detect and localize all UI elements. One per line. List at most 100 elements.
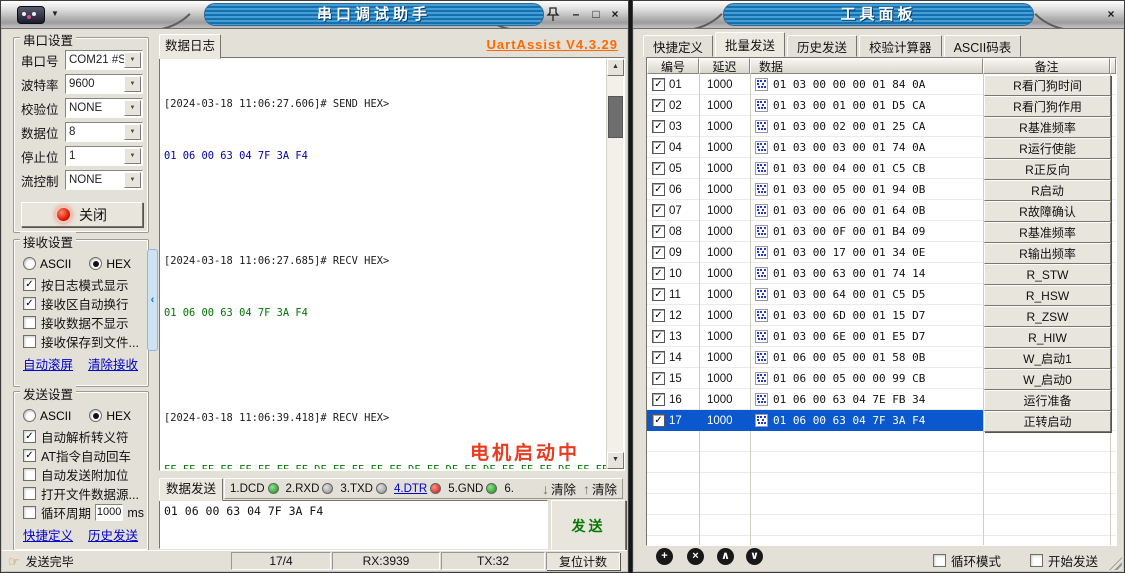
row-checkbox[interactable] — [652, 204, 665, 217]
left-titlebar[interactable]: ▼ 串口调试助手 – □ × — [1, 1, 628, 29]
table-row[interactable]: 10 1000 01 03 00 63 00 01 74 14 R_STW — [647, 263, 1116, 285]
auto-scroll-link[interactable]: 自动滚屏 — [23, 354, 73, 373]
row-checkbox[interactable] — [652, 246, 665, 259]
menu-dropdown-icon[interactable]: ▼ — [51, 9, 59, 18]
remark-button[interactable]: 正转启动 — [984, 411, 1111, 432]
data-log-area[interactable]: [2024-03-18 11:06:27.606]# SEND HEX> 01 … — [159, 57, 625, 471]
combo-select[interactable]: 1 ▼ — [65, 146, 143, 166]
table-row[interactable]: 12 1000 01 03 00 6D 00 01 15 D7 R_ZSW — [647, 305, 1116, 327]
combo-select[interactable]: NONE ▼ — [65, 170, 143, 190]
table-row[interactable]: 06 1000 01 03 00 05 00 01 94 0B R启动 — [647, 179, 1116, 201]
remark-button[interactable]: R看门狗作用 — [984, 96, 1111, 117]
chevron-down-icon[interactable]: ▼ — [124, 172, 141, 188]
checkbox-option[interactable]: AT指令自动回车 — [23, 446, 144, 465]
header-data[interactable]: 数据 — [750, 58, 983, 74]
scroll-up-icon[interactable]: ▲ — [607, 59, 624, 76]
row-checkbox[interactable] — [652, 267, 665, 280]
move-up-icon[interactable]: ∧ — [717, 548, 734, 565]
tool-tab[interactable]: 批量发送 — [715, 32, 786, 57]
chevron-down-icon[interactable]: ▼ — [124, 52, 141, 68]
reset-count-button[interactable]: 复位计数 — [546, 552, 620, 570]
combo-select[interactable]: COM21 #Si ▼ — [65, 50, 143, 70]
move-down-icon[interactable]: ∨ — [746, 548, 763, 565]
pin-icon[interactable] — [546, 7, 560, 22]
header-delay[interactable]: 延迟 — [699, 58, 750, 74]
table-row[interactable]: 01 1000 01 03 00 00 00 01 84 0A R看门狗时间 — [647, 74, 1116, 96]
signal-indicator[interactable]: 6. — [504, 483, 514, 495]
row-checkbox[interactable] — [652, 330, 665, 343]
log-scrollbar[interactable]: ▲ ▼ — [606, 59, 624, 469]
row-checkbox[interactable] — [652, 372, 665, 385]
table-row[interactable]: 04 1000 01 03 00 03 00 01 74 0A R运行使能 — [647, 137, 1116, 159]
panel-collapse-splitter[interactable]: ‹ — [147, 249, 158, 351]
scroll-down-icon[interactable]: ▼ — [607, 452, 624, 469]
row-checkbox[interactable] — [652, 309, 665, 322]
table-row[interactable]: 14 1000 01 06 00 05 00 01 58 0B W_启动1 — [647, 347, 1116, 369]
right-titlebar[interactable]: 工具面板 × — [633, 1, 1124, 29]
cycle-period-option[interactable]: 循环周期 1000 ms — [23, 503, 144, 522]
send-input[interactable]: 01 06 00 63 04 7F 3A F4 — [159, 500, 548, 549]
signal-indicator[interactable]: 2.RXD — [286, 483, 334, 495]
start-send-option[interactable]: 开始发送 — [1030, 551, 1098, 570]
tool-tab[interactable]: ASCII码表 — [943, 35, 1022, 57]
row-checkbox[interactable] — [652, 225, 665, 238]
remark-button[interactable]: R输出频率 — [984, 243, 1111, 264]
row-checkbox[interactable] — [652, 414, 665, 427]
chevron-down-icon[interactable]: ▼ — [124, 148, 141, 164]
chevron-down-icon[interactable]: ▼ — [124, 100, 141, 116]
checkbox-option[interactable]: 打开文件数据源... — [23, 484, 144, 503]
open-close-port-button[interactable]: 关闭 — [21, 202, 143, 227]
remark-button[interactable]: R看门狗时间 — [984, 75, 1111, 96]
quick-define-link[interactable]: 快捷定义 — [23, 525, 73, 544]
signal-indicator[interactable]: 4.DTR — [394, 483, 442, 495]
radio-option[interactable]: ASCII — [23, 409, 71, 423]
close-icon[interactable]: × — [1103, 7, 1119, 22]
tab-data-log[interactable]: 数据日志 — [159, 34, 221, 59]
radio-option[interactable]: HEX — [89, 257, 131, 271]
row-checkbox[interactable] — [652, 78, 665, 91]
clear-send-button[interactable]: ↑ 清除 — [583, 479, 617, 498]
table-row[interactable]: 03 1000 01 03 00 02 00 01 25 CA R基准频率 — [647, 116, 1116, 138]
minimize-button[interactable]: – — [568, 7, 584, 22]
table-row[interactable]: 08 1000 01 03 00 0F 00 01 B4 09 R基准频率 — [647, 221, 1116, 243]
row-checkbox[interactable] — [652, 288, 665, 301]
table-row[interactable]: 02 1000 01 03 00 01 00 01 D5 CA R看门狗作用 — [647, 95, 1116, 117]
remark-button[interactable]: R故障确认 — [984, 201, 1111, 222]
checkbox-option[interactable]: 接收区自动换行 — [23, 294, 144, 313]
combo-select[interactable]: 9600 ▼ — [65, 74, 143, 94]
checkbox-option[interactable]: 按日志模式显示 — [23, 275, 144, 294]
tool-tab[interactable]: 历史发送 — [787, 35, 858, 57]
row-checkbox[interactable] — [652, 120, 665, 133]
tab-data-send[interactable]: 数据发送 — [159, 478, 223, 501]
chevron-down-icon[interactable]: ▼ — [124, 124, 141, 140]
remark-button[interactable]: W_启动1 — [984, 348, 1111, 369]
table-row[interactable]: 17 1000 01 06 00 63 04 7F 3A F4 正转启动 — [647, 410, 1116, 432]
table-row[interactable]: 11 1000 01 03 00 64 00 01 C5 D5 R_HSW — [647, 284, 1116, 306]
checkbox-option[interactable]: 接收数据不显示 — [23, 313, 144, 332]
close-button[interactable]: × — [607, 7, 623, 22]
row-checkbox[interactable] — [652, 351, 665, 364]
app-logo-icon[interactable] — [17, 6, 45, 24]
checkbox-option[interactable]: 自动解析转义符 — [23, 427, 144, 446]
header-number[interactable]: 编号 — [647, 58, 699, 74]
history-send-link[interactable]: 历史发送 — [88, 525, 138, 544]
row-checkbox[interactable] — [652, 162, 665, 175]
combo-select[interactable]: 8 ▼ — [65, 122, 143, 142]
maximize-button[interactable]: □ — [588, 7, 604, 22]
cycle-period-input[interactable]: 1000 — [95, 504, 124, 521]
row-checkbox[interactable] — [652, 183, 665, 196]
table-row[interactable]: 05 1000 01 03 00 04 00 01 C5 CB R正反向 — [647, 158, 1116, 180]
remark-button[interactable]: R_HSW — [984, 285, 1111, 306]
send-button[interactable]: 发送 — [551, 500, 626, 551]
row-checkbox[interactable] — [652, 393, 665, 406]
table-row[interactable]: 09 1000 01 03 00 17 00 01 34 0E R输出频率 — [647, 242, 1116, 264]
remark-button[interactable]: R基准频率 — [984, 222, 1111, 243]
resize-grip[interactable] — [1109, 557, 1122, 570]
remark-button[interactable]: 运行准备 — [984, 390, 1111, 411]
table-row[interactable]: 07 1000 01 03 00 06 00 01 64 0B R故障确认 — [647, 200, 1116, 222]
signal-indicator[interactable]: 1.DCD — [230, 483, 279, 495]
tool-tab[interactable]: 快捷定义 — [643, 35, 714, 57]
checkbox-option[interactable]: 自动发送附加位 — [23, 465, 144, 484]
loop-mode-option[interactable]: 循环模式 — [933, 551, 1001, 570]
radio-option[interactable]: ASCII — [23, 257, 71, 271]
